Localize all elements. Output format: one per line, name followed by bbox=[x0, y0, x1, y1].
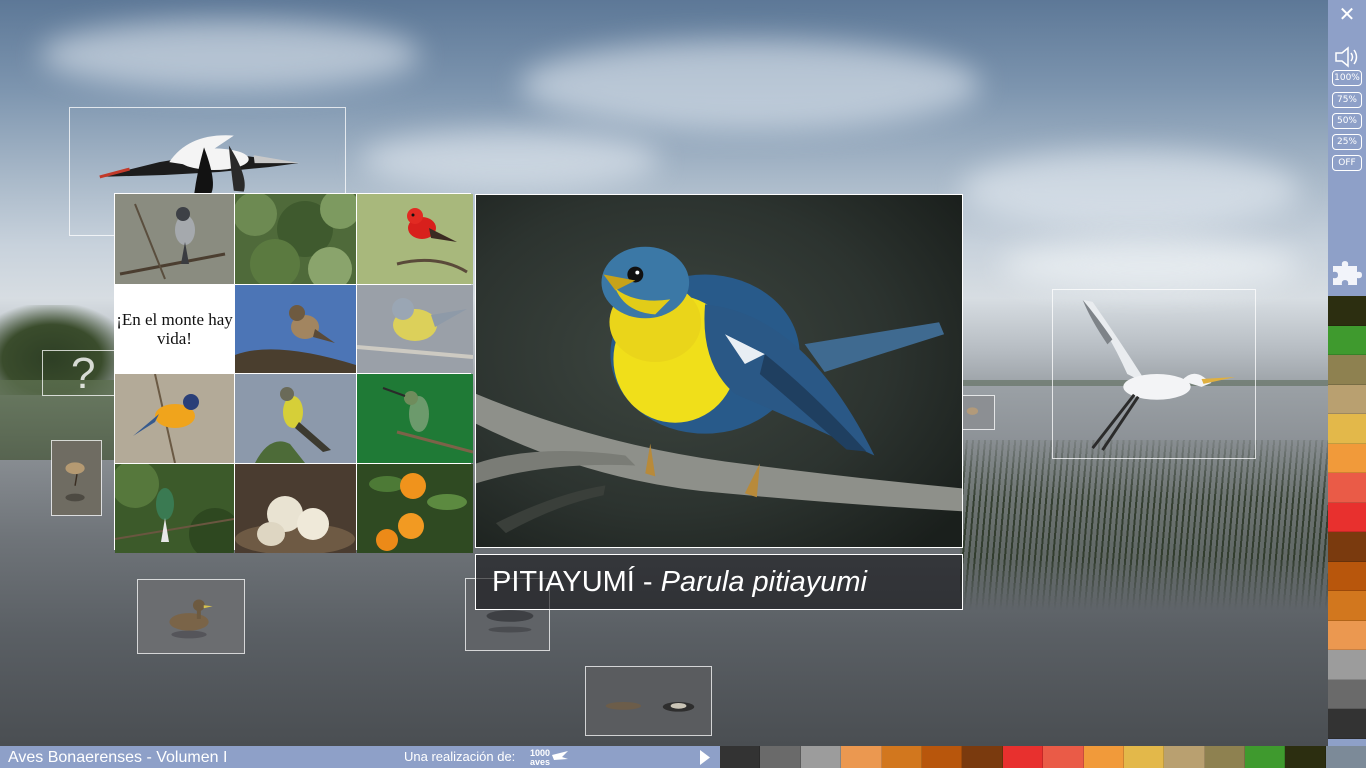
svg-text:aves: aves bbox=[530, 757, 550, 767]
thumb-chicks[interactable] bbox=[235, 464, 356, 553]
thumb-green-hummingbird[interactable] bbox=[115, 464, 234, 553]
bottom-swatch-4[interactable] bbox=[881, 746, 922, 768]
bottom-swatch-5[interactable] bbox=[921, 746, 963, 768]
side-swatch-13[interactable] bbox=[1328, 679, 1366, 709]
bottom-swatch-7[interactable] bbox=[1002, 746, 1044, 768]
floating-duck-photo[interactable] bbox=[137, 579, 245, 654]
speaker-icon[interactable] bbox=[1332, 44, 1362, 70]
bottom-swatch-10[interactable] bbox=[1123, 746, 1165, 768]
puzzle-icon[interactable] bbox=[1330, 258, 1364, 288]
thumb-forest[interactable] bbox=[235, 194, 356, 284]
bottom-swatch-11[interactable] bbox=[1164, 746, 1205, 768]
side-swatch-7[interactable] bbox=[1328, 502, 1366, 532]
side-swatch-3[interactable] bbox=[1328, 384, 1366, 414]
floating-tiny-photo[interactable] bbox=[962, 395, 995, 430]
floating-egret-photo[interactable] bbox=[1052, 289, 1256, 459]
app-title: Aves Bonaerenses - Volumen I bbox=[8, 749, 228, 766]
side-swatch-1[interactable] bbox=[1328, 325, 1366, 355]
volume-75-button[interactable]: 75% bbox=[1332, 92, 1362, 108]
help-button[interactable]: ? bbox=[42, 349, 116, 398]
side-swatch-8[interactable] bbox=[1328, 532, 1366, 562]
species-scientific-name: Parula pitiayumi bbox=[660, 566, 867, 598]
bottom-swatch-14[interactable] bbox=[1285, 746, 1326, 768]
thumb-kingbird[interactable] bbox=[235, 374, 356, 463]
side-swatch-0[interactable] bbox=[1328, 296, 1366, 326]
credit-label: Una realización de: bbox=[404, 749, 516, 764]
bottom-swatch-2[interactable] bbox=[800, 746, 842, 768]
volume-25-button[interactable]: 25% bbox=[1332, 134, 1362, 150]
side-swatch-10[interactable] bbox=[1328, 591, 1366, 621]
bottom-swatch-8[interactable] bbox=[1043, 746, 1084, 768]
slogan-cell: ¡En el monte hay vida! bbox=[115, 285, 234, 373]
thumb-sparrow[interactable] bbox=[235, 285, 356, 373]
next-arrow-icon[interactable] bbox=[698, 749, 712, 766]
thumb-red-flycatcher[interactable] bbox=[357, 194, 473, 284]
bird-gallery-grid: ¡En el monte hay vida! bbox=[114, 193, 473, 553]
thumb-yellow-gray-bird[interactable] bbox=[357, 285, 473, 373]
slogan-text: ¡En el monte hay vida! bbox=[116, 310, 233, 348]
thumb-tanager[interactable] bbox=[115, 374, 234, 463]
bottom-swatch-6[interactable] bbox=[962, 746, 1003, 768]
close-icon[interactable]: ✕ bbox=[1334, 3, 1360, 25]
side-swatch-14[interactable] bbox=[1328, 709, 1366, 739]
side-swatch-5[interactable] bbox=[1328, 443, 1366, 473]
species-caption: PITIAYUMÍ - Parula pitiayumi bbox=[475, 554, 963, 610]
side-swatch-2[interactable] bbox=[1328, 355, 1366, 385]
bottom-swatch-12[interactable] bbox=[1204, 746, 1246, 768]
side-swatch-11[interactable] bbox=[1328, 620, 1366, 650]
side-color-palette bbox=[1328, 296, 1366, 739]
volume-50-button[interactable]: 50% bbox=[1332, 113, 1362, 129]
bottom-swatch-0[interactable] bbox=[720, 746, 761, 768]
question-icon: ? bbox=[71, 349, 96, 398]
bottom-swatch-1[interactable] bbox=[760, 746, 801, 768]
volume-off-button[interactable]: OFF bbox=[1332, 155, 1362, 171]
side-swatch-4[interactable] bbox=[1328, 414, 1366, 444]
thumb-orange-fruits[interactable] bbox=[357, 464, 473, 553]
thumb-gray-bird[interactable] bbox=[115, 194, 234, 284]
thumb-hummingbird[interactable] bbox=[357, 374, 473, 463]
side-swatch-9[interactable] bbox=[1328, 561, 1366, 591]
floating-ducks-water-photo[interactable] bbox=[585, 666, 712, 736]
bottom-color-palette bbox=[720, 746, 1326, 768]
side-swatch-6[interactable] bbox=[1328, 473, 1366, 503]
bottom-swatch-9[interactable] bbox=[1083, 746, 1124, 768]
bottom-swatch-3[interactable] bbox=[841, 746, 882, 768]
side-swatch-12[interactable] bbox=[1328, 650, 1366, 680]
floating-small-bird-photo[interactable] bbox=[51, 440, 102, 516]
1000-aves-logo[interactable]: 1000 aves bbox=[528, 747, 570, 767]
species-common-name: PITIAYUMÍ - bbox=[492, 566, 661, 598]
volume-100-button[interactable]: 100% bbox=[1332, 70, 1362, 86]
bottom-swatch-13[interactable] bbox=[1245, 746, 1286, 768]
main-bird-photo bbox=[475, 194, 963, 548]
